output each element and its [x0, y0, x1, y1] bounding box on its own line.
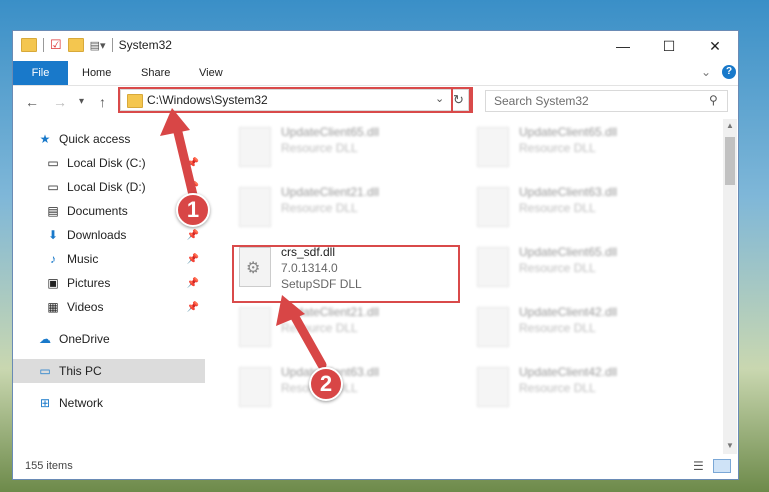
- arrow-to-address-bar: [160, 108, 198, 200]
- arrow-to-file: [276, 295, 327, 370]
- step-1-badge: 1: [176, 193, 210, 227]
- step-2-badge: 2: [309, 367, 343, 401]
- annotation-arrows: [160, 108, 327, 370]
